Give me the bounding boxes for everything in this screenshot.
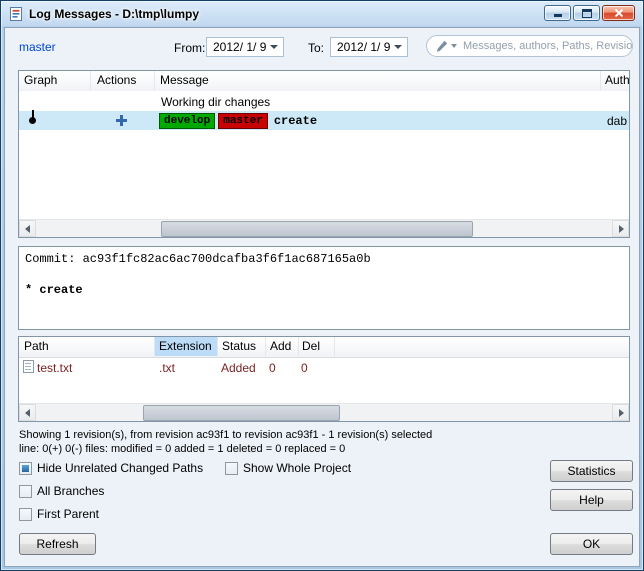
files-horizontal-scrollbar[interactable] [19,403,629,421]
window-title: Log Messages - D:\tmp\lumpy [29,7,199,21]
changed-files-list: Path Extension Status Add Del test.txt .… [18,336,630,422]
app-icon [8,6,24,22]
caption-buttons [542,5,635,21]
commit-row-selected[interactable]: develop master create dab [19,111,629,130]
to-date-value: 2012/ 1/ 9 [331,40,394,54]
title-bar[interactable]: Log Messages - D:\tmp\lumpy [1,1,643,27]
column-header-status[interactable]: Status [218,337,266,356]
checkbox-label[interactable]: Hide Unrelated Changed Paths [37,461,203,475]
ref-label-master[interactable]: master [218,113,268,129]
current-branch-link[interactable]: master [19,40,56,54]
commit-author: dab [607,114,627,128]
checkbox-unchecked-icon[interactable] [225,462,238,475]
files-scrollbar-thumb[interactable] [143,405,340,421]
dropdown-arrow-icon[interactable] [394,45,402,49]
log-messages-window: Log Messages - D:\tmp\lumpy master From:… [0,0,644,571]
file-extension: .txt [159,361,175,375]
file-status: Added [221,361,256,375]
filter-pencil-icon[interactable] [436,40,448,52]
right-arrow-icon [619,225,624,233]
checkbox-unchecked-icon[interactable] [19,485,32,498]
to-date-picker[interactable]: 2012/ 1/ 9 [330,37,408,57]
checkbox-label[interactable]: All Branches [37,484,104,498]
commit-message: create [274,114,317,128]
column-header-path[interactable]: Path [19,337,155,356]
changed-files-header: Path Extension Status Add Del [19,337,629,358]
ok-button[interactable]: OK [550,533,633,555]
working-dir-message: Working dir changes [161,95,270,109]
file-deleted-lines: 0 [301,361,308,375]
minimize-icon [554,14,562,17]
column-header-del[interactable]: Del [299,337,335,356]
maximize-button[interactable] [573,5,600,21]
column-header-message[interactable]: Message [155,71,601,90]
checkbox-all-branches[interactable]: All Branches [19,484,104,498]
checkbox-indeterminate-icon[interactable] [19,462,32,475]
from-date-picker[interactable]: 2012/ 1/ 9 [206,37,284,57]
checkbox-first-parent[interactable]: First Parent [19,507,99,521]
column-header-extension-sorted[interactable]: Extension [155,337,218,356]
status-line-revisions: Showing 1 revision(s), from revision ac9… [19,429,432,441]
working-dir-row[interactable]: Working dir changes [19,91,629,111]
from-date-value: 2012/ 1/ 9 [207,40,270,54]
text-file-icon [23,360,34,373]
checkbox-show-whole-project[interactable]: Show Whole Project [225,461,351,475]
checkbox-label[interactable]: First Parent [37,507,99,521]
checkbox-label[interactable]: Show Whole Project [243,461,351,475]
filter-placeholder: Messages, authors, Paths, Revisions [463,40,633,52]
column-header-add[interactable]: Add [266,337,299,356]
maximize-icon [582,9,592,18]
column-header-graph[interactable]: Graph [19,71,91,90]
right-arrow-icon [619,409,624,417]
log-horizontal-scrollbar[interactable] [19,219,629,237]
left-arrow-icon [25,225,30,233]
commit-subject-line: * create [25,283,623,297]
scroll-left-button[interactable] [19,404,36,421]
graph-commit-node-icon [29,111,36,128]
file-row[interactable]: test.txt .txt Added 0 0 [19,357,629,377]
from-label: From: [174,41,205,55]
scroll-right-button[interactable] [612,220,629,237]
filter-dropdown-arrow-icon[interactable] [451,44,457,48]
commit-message-pane[interactable]: Commit: ac93f1fc82ac6ac700dcafba3f6f1ac6… [18,246,630,330]
help-button[interactable]: Help [550,489,633,511]
column-header-actions[interactable]: Actions [91,71,155,90]
revision-list: Graph Actions Message Author Working dir… [18,70,630,238]
dropdown-arrow-icon[interactable] [270,45,278,49]
checkbox-unchecked-icon[interactable] [19,508,32,521]
action-added-icon [115,114,128,127]
to-label: To: [308,41,324,55]
minimize-button[interactable] [544,5,571,21]
commit-hash-line: Commit: ac93f1fc82ac6ac700dcafba3f6f1ac6… [25,252,623,266]
filter-search-box[interactable]: Messages, authors, Paths, Revisions [426,35,633,57]
refs-line: develop master create [159,112,317,129]
column-header-author[interactable]: Author [601,71,630,90]
scroll-right-button[interactable] [612,404,629,421]
revision-list-header: Graph Actions Message Author [19,71,629,92]
scroll-left-button[interactable] [19,220,36,237]
log-scrollbar-thumb[interactable] [161,221,473,237]
statistics-button[interactable]: Statistics [550,460,633,482]
dialog-body: master From: 2012/ 1/ 9 To: 2012/ 1/ 9 M… [4,27,640,567]
ref-label-develop[interactable]: develop [159,113,215,129]
file-path: test.txt [37,361,72,375]
refresh-button[interactable]: Refresh [19,533,96,555]
checkbox-hide-unrelated-changed-paths[interactable]: Hide Unrelated Changed Paths [19,461,203,475]
close-button[interactable] [602,5,635,21]
status-line-files: line: 0(+) 0(-) files: modified = 0 adde… [19,443,345,455]
file-added-lines: 0 [269,361,276,375]
left-arrow-icon [25,409,30,417]
